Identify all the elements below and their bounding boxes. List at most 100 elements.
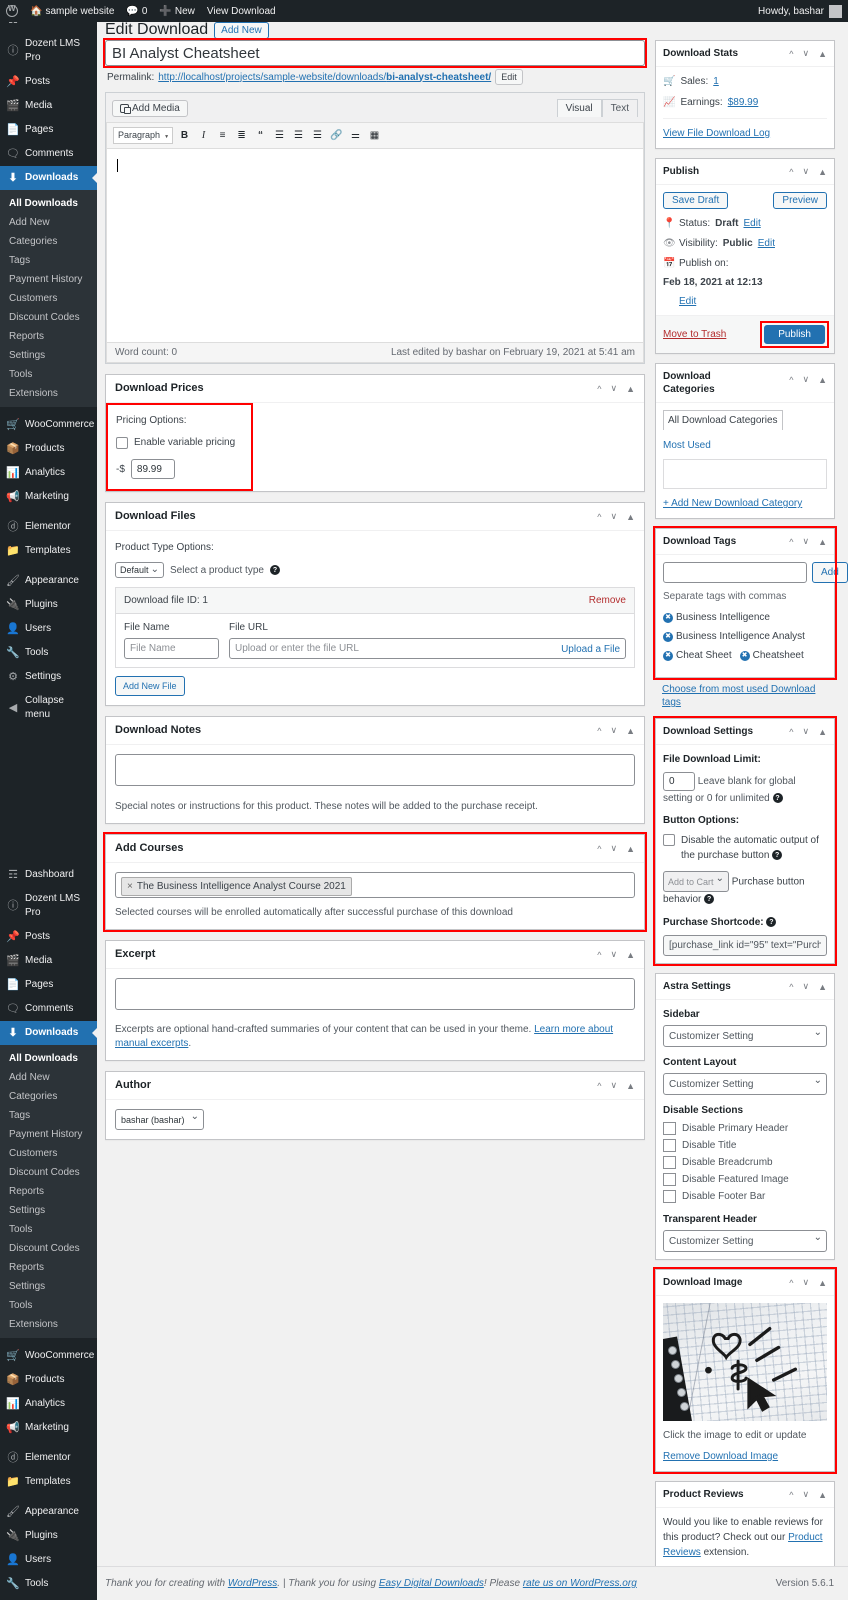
disable-featured-image-checkbox[interactable] [663,1173,676,1186]
remove-course-icon[interactable]: × [127,879,133,894]
move-to-trash-link[interactable]: Move to Trash [663,327,726,342]
wp-logo-menu[interactable] [0,0,24,22]
courses-select-field[interactable]: × The Business Intelligence Analyst Cour… [115,872,635,898]
submenu-item-tags-2[interactable]: Tags [0,1106,97,1125]
download-notes-header[interactable]: Download Notes ^ ∨ ▲ [106,717,644,745]
edit-publish-date-link[interactable]: Edit [679,295,827,309]
publish-button[interactable]: Publish [764,325,825,344]
download-categories-header[interactable]: Download Categories ^ ∨ ▲ [656,364,834,403]
earnings-value-link[interactable]: $89.99 [728,95,759,110]
remove-download-image-link[interactable]: Remove Download Image [663,1451,778,1462]
add-new-file-button[interactable]: Add New File [115,676,185,696]
remove-tag-icon[interactable]: ✖ [663,612,673,623]
bold-icon[interactable]: B [177,128,192,143]
move-down-icon[interactable]: ∨ [802,1489,809,1500]
disable-primary-header-checkbox[interactable] [663,1122,676,1135]
submenu-item-tools-2[interactable]: Tools [0,1220,97,1239]
wordpress-link[interactable]: WordPress [228,1578,277,1589]
sidebar-item-collapse-menu[interactable]: ◀ Collapse menu [0,689,97,727]
disable-breadcrumb-checkbox[interactable] [663,1156,676,1169]
add-new-button[interactable]: Add New [214,22,269,38]
download-featured-image[interactable] [663,1303,827,1421]
excerpt-header[interactable]: Excerpt ^ ∨ ▲ [106,941,644,969]
author-header[interactable]: Author ^ ∨ ▲ [106,1072,644,1100]
preview-button[interactable]: Preview [773,192,827,209]
submenu-item-customers[interactable]: Customers [0,289,97,308]
bulleted-list-icon[interactable]: ≡ [215,128,230,143]
tab-visual[interactable]: Visual [556,99,602,117]
title-input[interactable] [105,40,645,66]
toggle-panel-icon[interactable]: ▲ [626,512,635,522]
site-name-link[interactable]: 🏠 sample website [24,0,120,22]
toggle-panel-icon[interactable]: ▲ [818,375,827,385]
move-up-icon[interactable]: ^ [597,512,601,522]
submenu-item-settings[interactable]: Settings [0,346,97,365]
sidebar-item-products[interactable]: 📦 Products [0,437,97,461]
move-down-icon[interactable]: ∨ [610,725,617,736]
sidebar-item-plugins-2[interactable]: 🔌 Plugins [0,1524,97,1548]
view-file-download-log-link[interactable]: View File Download Log [663,128,770,139]
submenu-item-discount-codes[interactable]: Discount Codes [0,308,97,327]
italic-icon[interactable]: I [196,128,211,143]
align-left-icon[interactable]: ☰ [272,128,287,143]
paragraph-format-select[interactable]: Paragraph [113,127,174,144]
move-up-icon[interactable]: ^ [789,167,793,177]
remove-file-link[interactable]: Remove [589,593,626,608]
submenu-item-all-downloads-2[interactable]: All Downloads [0,1049,97,1068]
astra-content-layout-select[interactable]: Customizer Setting [663,1073,827,1095]
move-down-icon[interactable]: ∨ [610,1080,617,1091]
sidebar-item-marketing-2[interactable]: 📢 Marketing [0,1416,97,1440]
move-up-icon[interactable]: ^ [789,1490,793,1500]
product-type-select[interactable]: Default [115,562,164,578]
sidebar-item-users[interactable]: 👤 Users [0,617,97,641]
sidebar-item-settings-2b[interactable]: ⚙ Settings [0,1596,97,1600]
submenu-item-add-new-2[interactable]: Add New [0,1068,97,1087]
sidebar-item-appearance-2[interactable]: 🖌 Appearance [0,1500,97,1524]
move-up-icon[interactable]: ^ [597,950,601,960]
read-more-icon[interactable]: ⚌ [348,128,363,143]
add-tag-button[interactable]: Add [812,562,848,583]
toggle-panel-icon[interactable]: ▲ [818,537,827,547]
price-input[interactable] [130,459,175,479]
sidebar-item-media-2[interactable]: 🎬 Media [0,949,97,973]
view-download-link[interactable]: View Download [201,0,282,22]
sidebar-item-dashboard[interactable]: ☶ Dashboard [0,22,97,32]
astra-sidebar-select[interactable]: Customizer Setting [663,1025,827,1047]
disable-title-checkbox[interactable] [663,1139,676,1152]
upload-a-file-link[interactable]: Upload a File [561,642,620,657]
tag-input[interactable] [663,562,807,583]
sidebar-item-plugins[interactable]: 🔌 Plugins [0,593,97,617]
move-down-icon[interactable]: ∨ [802,536,809,547]
move-up-icon[interactable]: ^ [597,726,601,736]
editor-content-area[interactable] [106,148,644,343]
disable-breadcrumb-row[interactable]: Disable Breadcrumb [663,1155,827,1170]
submenu-item-payment-history-2[interactable]: Payment History [0,1125,97,1144]
submenu-item-extensions[interactable]: Extensions [0,384,97,403]
toggle-panel-icon[interactable]: ▲ [626,844,635,854]
download-files-header[interactable]: Download Files ^ ∨ ▲ [106,503,644,531]
submenu-item-all-downloads[interactable]: All Downloads [0,194,97,213]
toggle-panel-icon[interactable]: ▲ [818,167,827,177]
submenu-item-reports-3[interactable]: Reports [0,1258,97,1277]
download-stats-header[interactable]: Download Stats ^ ∨ ▲ [656,41,834,67]
edit-visibility-link[interactable]: Edit [758,237,775,251]
edit-status-link[interactable]: Edit [743,217,760,231]
align-right-icon[interactable]: ☰ [310,128,325,143]
file-download-limit-input[interactable] [663,772,695,791]
disable-footer-bar-row[interactable]: Disable Footer Bar [663,1189,827,1204]
move-up-icon[interactable]: ^ [789,375,793,385]
sidebar-item-tools-2b[interactable]: 🔧 Tools [0,1572,97,1596]
author-select[interactable]: bashar (bashar) [115,1109,204,1130]
remove-tag-icon[interactable]: ✖ [663,631,673,642]
sidebar-item-elementor-2[interactable]: ⓓ Elementor [0,1446,97,1470]
purchase-shortcode-input[interactable] [663,935,827,956]
sidebar-item-pages-2[interactable]: 📄 Pages [0,973,97,997]
add-courses-header[interactable]: Add Courses ^ ∨ ▲ [106,835,644,863]
edit-permalink-button[interactable]: Edit [495,69,523,85]
toggle-panel-icon[interactable]: ▲ [818,982,827,992]
move-down-icon[interactable]: ∨ [802,726,809,737]
sidebar-item-templates-2[interactable]: 📁 Templates [0,1470,97,1494]
toolbar-toggle-icon[interactable]: ▦ [367,128,382,143]
help-icon[interactable]: ? [772,850,783,861]
submenu-item-reports[interactable]: Reports [0,327,97,346]
